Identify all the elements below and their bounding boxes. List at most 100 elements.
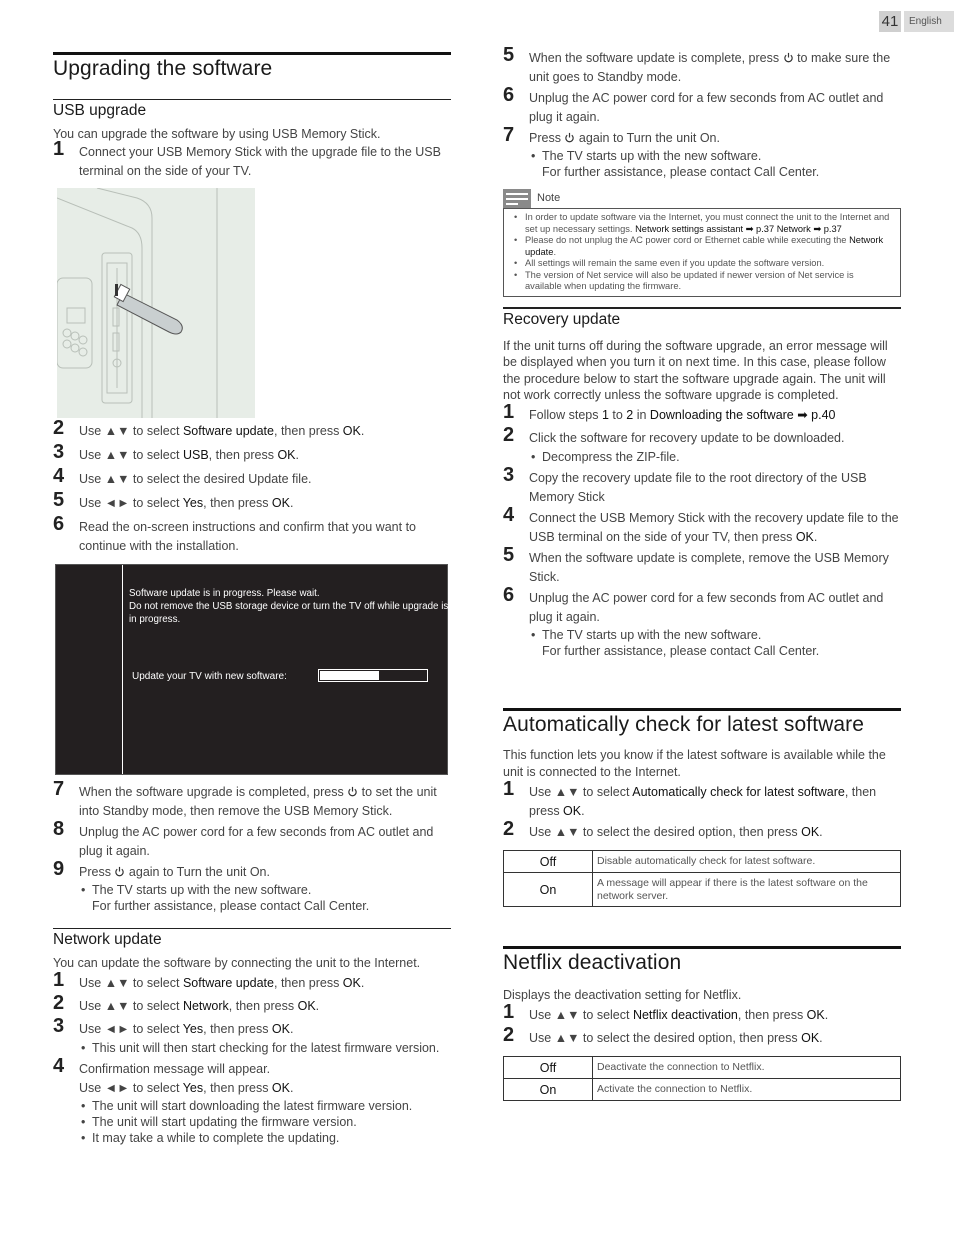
menu-item-ref: Netflix deactivation [632, 1008, 738, 1022]
step-text: Press [79, 865, 115, 879]
step-text: Press [529, 131, 565, 145]
update-message: Software update is in progress. Please w… [129, 587, 449, 626]
tv-side-usb-stick-image [57, 188, 218, 418]
step-text: again to Turn the unit On. [575, 131, 720, 145]
option-desc: Deactivate the connection to Netflix. [592, 1056, 901, 1079]
step-text: Unplug the AC power cord for a few secon… [529, 590, 884, 624]
usb-step-8: 8 Unplug the AC power cord for a few sec… [53, 819, 451, 861]
usb-intro: You can upgrade the software by using US… [53, 127, 381, 141]
option-key: On [503, 872, 593, 907]
tv-update-screen: Software update is in progress. Please w… [55, 564, 448, 775]
autocheck-options-table: Off Disable automatically check for lates… [503, 850, 901, 907]
bullet-item: Decompress the ZIP-file. [529, 448, 901, 467]
ok-key-ref: OK [342, 976, 361, 990]
step-text: Use ▲▼ to select the desired option, the… [529, 825, 802, 839]
title-rule [503, 946, 901, 949]
netflix-intro: Displays the deactivation setting for Ne… [503, 988, 742, 1002]
step-text: Follow steps [529, 407, 602, 422]
step-number: 1 [503, 778, 515, 800]
bullet-text: The unit will start downloading the late… [92, 1099, 413, 1113]
step-text: . [289, 1022, 294, 1036]
note-item: In order to update software via the Inte… [512, 212, 892, 235]
step-text: Use ◄► to select [79, 1022, 183, 1036]
option-desc: Disable automatically check for latest s… [592, 850, 901, 873]
power-icon [783, 52, 793, 63]
step-text: . [360, 424, 365, 438]
usb-step-4: 4 Use ▲▼ to select the desired Update fi… [53, 465, 451, 489]
step-text: . [289, 496, 294, 510]
menu-item-ref: Automatically check for latest software [632, 785, 845, 799]
section-rule [53, 928, 451, 929]
cross-reference-link[interactable]: Network settings assistant ➡ p.37 Networ… [635, 224, 842, 234]
autocheck-step-2: 2 Use ▲▼ to select the desired option, t… [503, 819, 901, 842]
bullet-item: The TV starts up with the new software. F… [79, 882, 451, 914]
left-column: Upgrading the software USB upgrade You c… [53, 52, 451, 181]
step-number: 1 [53, 138, 65, 160]
table-row: On Activate the connection to Netflix. [503, 1078, 901, 1101]
step-text: Use ▲▼ to select [529, 785, 633, 799]
bullet-item: It may take a while to complete the upda… [79, 1130, 451, 1146]
step-number: 4 [53, 1055, 65, 1077]
usb-step-3: 3 Use ▲▼ to select USB, then press OK. [53, 441, 451, 465]
step-text: . [819, 825, 823, 839]
power-icon [348, 786, 357, 797]
ok-key-ref: OK [563, 804, 582, 818]
bullet-item: This unit will then start checking for t… [79, 1039, 451, 1058]
network-step-2: 2 Use ▲▼ to select Network, then press O… [53, 992, 451, 1016]
step-number: 4 [53, 465, 65, 487]
note-label: Note [537, 192, 561, 204]
usb-step-5: 5 Use ◄► to select Yes, then press OK. [53, 489, 451, 513]
usb-step-2: 2 Use ▲▼ to select Software update, then… [53, 418, 451, 441]
cross-reference-link[interactable]: Downloading the software ➡ p.40 [650, 408, 836, 422]
bullet-item: The unit will start updating the firmwar… [79, 1114, 451, 1130]
step-text: Read the on-screen instructions and conf… [79, 520, 416, 553]
step-text: in [633, 407, 650, 422]
usb-step-1: 1 Connect your USB Memory Stick with the… [53, 138, 451, 181]
network-step-4: 4 Confirmation message will appear. Use … [53, 1055, 451, 1146]
usb-final-steps: 7 When the software upgrade is completed… [53, 779, 451, 1146]
step-number: 2 [53, 992, 65, 1014]
table-row: On A message will appear if there is the … [503, 872, 901, 907]
right-column: 5 When the software update is complete, … [503, 44, 901, 659]
step-number: 5 [53, 489, 65, 511]
step-text: , then press [737, 1008, 807, 1022]
power-icon [565, 132, 575, 143]
step-text: When the software upgrade is completed, … [79, 785, 348, 799]
step-ref: 1 [601, 407, 609, 422]
option-key: Off [503, 850, 593, 873]
step-text: Use ▲▼ to select the desired option, the… [529, 1031, 802, 1045]
step-text: Use ▲▼ to select [79, 999, 183, 1013]
bullet-text: It may take a while to complete the upda… [92, 1131, 340, 1145]
note-item: Please do not unplug the AC power cord o… [512, 235, 892, 258]
step-text: Use ▲▼ to select [79, 976, 183, 990]
step-text: again to Turn the unit On. [125, 865, 270, 879]
recovery-step-1: 1 Follow steps 1 to 2 in Downloading the… [503, 402, 901, 425]
network-update-heading: Network update [53, 931, 162, 948]
page-title: Upgrading the software [53, 57, 273, 80]
step-number: 1 [53, 969, 65, 991]
step-number: 5 [503, 44, 515, 66]
step-number: 4 [503, 503, 515, 526]
title-rule [53, 52, 451, 55]
step-text: Unplug the AC power cord for a few secon… [529, 91, 884, 124]
netflix-section: Netflix deactivation Displays the deacti… [503, 946, 901, 1101]
step-number: 7 [503, 124, 515, 146]
netflix-options-table: Off Deactivate the connection to Netflix.… [503, 1056, 901, 1101]
screen-divider [122, 565, 123, 774]
step-text: . [581, 804, 585, 818]
network-step-1: 1 Use ▲▼ to select Software update, then… [53, 969, 451, 993]
note-icon [503, 188, 531, 208]
step-text: . [824, 1008, 829, 1022]
ok-key-ref: OK [342, 424, 361, 438]
note-text: . [553, 246, 557, 257]
note-item: The version of Net service will also be … [512, 270, 892, 293]
step-number: 3 [53, 441, 65, 463]
update-progress-bar [318, 669, 428, 682]
bullet-text: This unit will then start checking for t… [92, 1041, 440, 1055]
network-step-6: 6 Unplug the AC power cord for a few sec… [503, 85, 901, 127]
autocheck-title: Automatically check for latest software [503, 713, 865, 736]
step-number: 6 [53, 513, 65, 535]
bullet-text: For further assistance, please contact C… [92, 899, 370, 913]
title-rule [503, 708, 901, 711]
bullet-text: The TV starts up with the new software. [542, 149, 762, 163]
